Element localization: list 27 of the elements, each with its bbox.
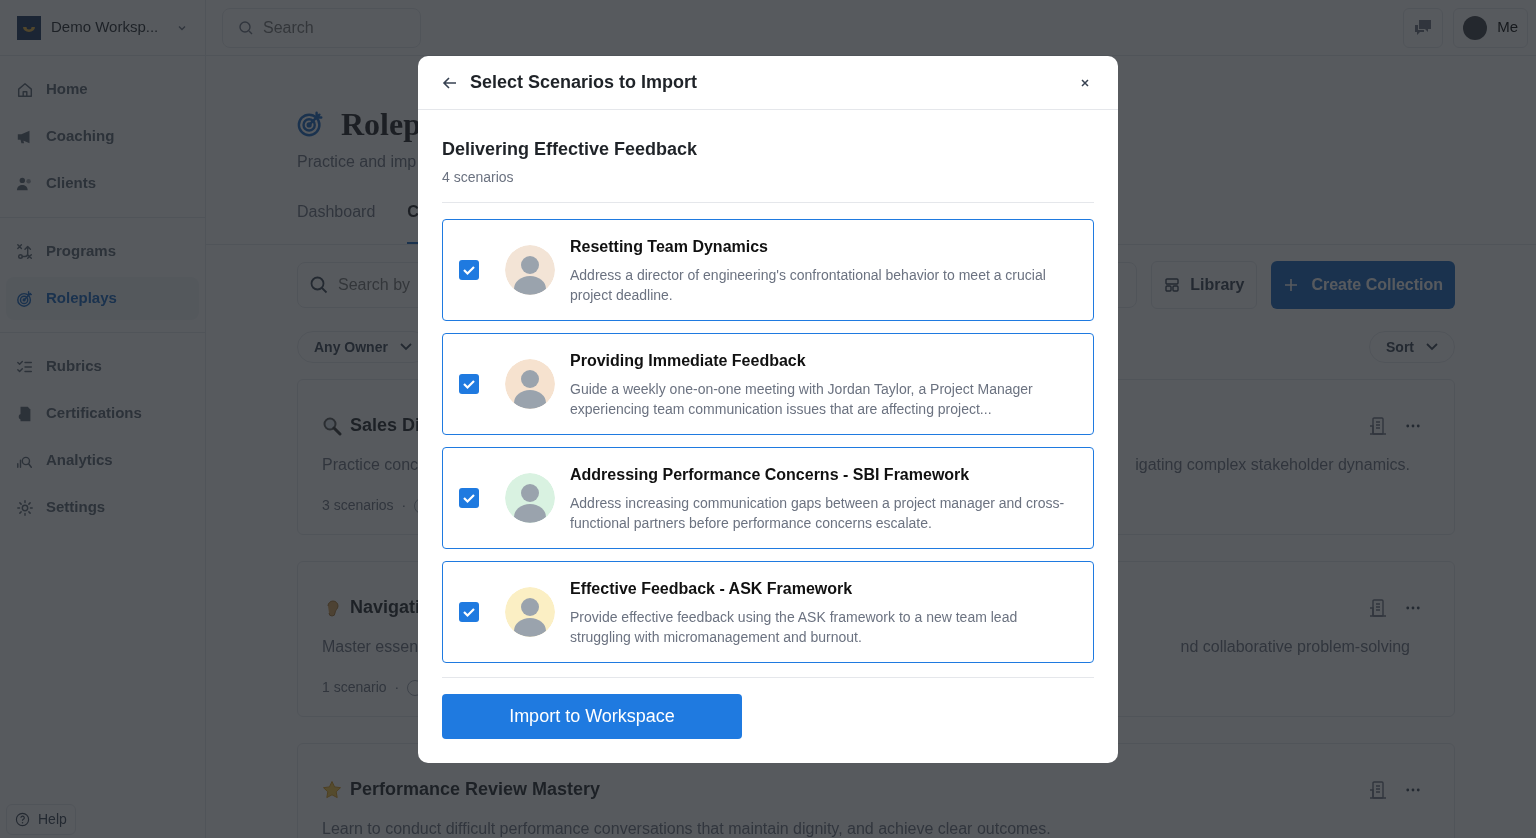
scenario-description: Guide a weekly one-on-one meeting with Jordan Taylor, a Project Manager experiencing team communication issues that are affecting project... — [570, 380, 1034, 419]
scenario-count: 4 scenarios — [442, 168, 514, 187]
checkbox[interactable] — [459, 488, 479, 508]
page-title: Rolep — [341, 108, 421, 140]
scenario-title: Effective Feedback - ASK Framework — [570, 579, 854, 599]
scenario-description: Address increasing communication gaps between a project manager and cross-functional partners before performance concerns escalate. — [570, 494, 1066, 533]
separator-dot: · — [394, 678, 400, 697]
scenario-title: Addressing Performance Concerns - SBI Framework — [570, 465, 971, 485]
checkbox[interactable] — [459, 260, 479, 280]
scenario-card[interactable]: Effective Feedback - ASK Framework Provide effective feedback using the ASK framework to a new team lead struggling with micromanagement and burnout. — [442, 561, 1094, 663]
scenario-description: Address a director of engineering's confrontational behavior to meet a crucial project deadline. — [570, 266, 1047, 305]
checkbox[interactable] — [459, 374, 479, 394]
close-icon — [1080, 77, 1090, 88]
scenario-card[interactable]: Resetting Team Dynamics Address a director of engineering's confrontational behavior to meet a crucial project deadline. — [442, 219, 1094, 321]
back-arrow-icon[interactable] — [442, 74, 458, 91]
scenario-description: Provide effective feedback using the ASK framework to a new team lead struggling with micromanagement and burnout. — [570, 608, 1019, 647]
scenario-card[interactable]: Providing Immediate Feedback Guide a weekly one-on-one meeting with Jordan Taylor, a Project Manager experiencing team communication issues that are affecting project... — [442, 333, 1094, 435]
import-button[interactable]: Import to Workspace — [442, 694, 742, 739]
checkbox[interactable] — [459, 602, 479, 622]
collection-title: Performance Review Mastery — [350, 778, 601, 801]
scenario-card[interactable]: Addressing Performance Concerns - SBI Framework Address increasing communication gaps between a project manager and cross-functional partners before performance concerns escalate. — [442, 447, 1094, 549]
collection-title: Navigati — [350, 596, 421, 619]
modal-title: Select Scenarios to Import — [470, 71, 698, 94]
scenario-title: Resetting Team Dynamics — [570, 237, 769, 257]
scenario-title: Providing Immediate Feedback — [570, 351, 807, 371]
collection-title: Delivering Effective Feedback — [442, 138, 698, 161]
separator-dot: · — [401, 496, 407, 515]
